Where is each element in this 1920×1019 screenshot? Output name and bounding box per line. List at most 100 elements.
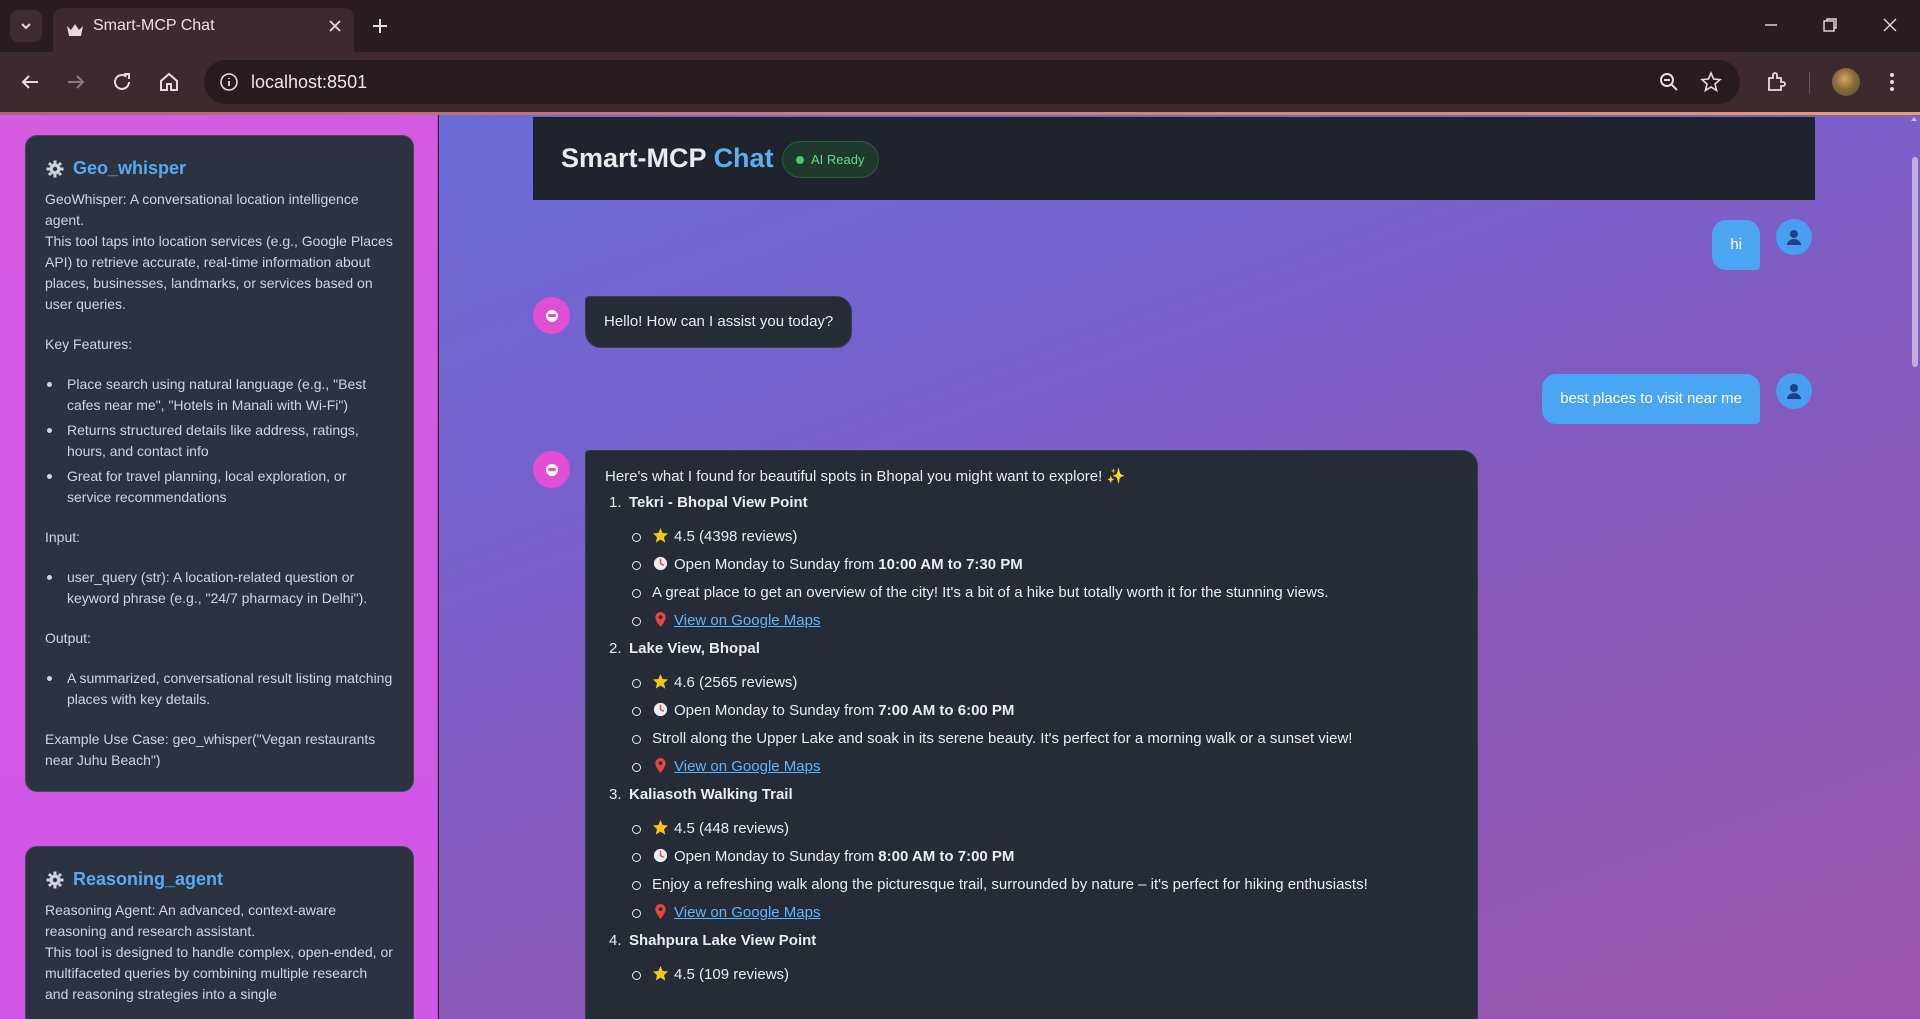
place-item: 1. Tekri - Bhopal View Point 4.5 (4398 re… — [605, 493, 1457, 631]
browser-tab-active[interactable]: Smart-MCP Chat — [53, 8, 354, 52]
hours-prefix: Open Monday to Sunday from — [674, 848, 879, 865]
google-maps-link[interactable]: View on Google Maps — [674, 758, 820, 775]
map-link-row: View on Google Maps — [632, 611, 1457, 631]
clock-icon — [653, 556, 668, 571]
map-pin-icon — [655, 903, 666, 920]
tab-search-button[interactable] — [10, 10, 42, 42]
forward-arrow-icon[interactable] — [64, 70, 88, 94]
place-number: 4. — [609, 932, 622, 949]
user-icon — [1787, 384, 1801, 399]
list-item: Great for travel planning, local explora… — [45, 466, 394, 508]
features-list: Place search using natural language (e.g… — [45, 374, 394, 508]
map-pin-icon — [655, 757, 666, 774]
hours-row: Open Monday to Sunday from 10:00 AM to 7… — [632, 555, 1457, 575]
page-title: Smart-MCP Chat — [561, 117, 774, 200]
input-label: Input: — [45, 529, 81, 545]
assistant-avatar — [533, 297, 570, 334]
list-item: user_query (str): A location-related que… — [45, 567, 394, 609]
site-info-icon[interactable] — [219, 72, 239, 92]
clock-icon — [653, 848, 668, 863]
window-close-icon[interactable] — [1881, 16, 1899, 34]
tool-name: Reasoning_agent — [73, 869, 224, 889]
toolbar-separator — [1809, 72, 1810, 94]
place-item: 3. Kaliasoth Walking Trail 4.5 (448 revie… — [605, 785, 1457, 923]
place-name: Kaliasoth Walking Trail — [629, 786, 793, 803]
sidebar[interactable]: Geo_whisper GeoWhisper: A conversational… — [0, 115, 438, 1019]
chevron-down-icon — [21, 23, 31, 30]
bot-icon — [545, 309, 558, 322]
hours-value: 7:00 AM to 6:00 PM — [878, 702, 1015, 719]
hours-prefix: Open Monday to Sunday from — [674, 556, 879, 573]
address-bar[interactable]: localhost:8501 — [204, 60, 1740, 104]
google-maps-link[interactable]: View on Google Maps — [674, 904, 820, 921]
tool-name: Geo_whisper — [73, 158, 187, 178]
home-icon[interactable] — [157, 70, 181, 94]
place-number: 1. — [609, 494, 622, 511]
place-details: 4.6 (2565 reviews) Open Monday to Sunday… — [605, 673, 1457, 777]
minimize-icon[interactable] — [1762, 16, 1780, 34]
place-name: Tekri - Bhopal View Point — [629, 494, 808, 511]
rating-text: 4.5 (448 reviews) — [674, 820, 790, 837]
features-label: Key Features: — [45, 336, 133, 352]
rating-row: 4.6 (2565 reviews) — [632, 673, 1457, 693]
app-viewport: Geo_whisper GeoWhisper: A conversational… — [0, 115, 1920, 1019]
crown-icon — [67, 24, 83, 36]
back-arrow-icon[interactable] — [18, 70, 42, 94]
list-item: Returns structured details like address,… — [45, 420, 394, 462]
new-tab-icon[interactable] — [368, 14, 392, 38]
place-item: 4. Shahpura Lake View Point 4.5 (109 revi… — [605, 931, 1457, 985]
title-part-2: Chat — [713, 143, 774, 173]
rating-row: 4.5 (4398 reviews) — [632, 527, 1457, 547]
hours-value: 8:00 AM to 7:00 PM — [878, 848, 1015, 865]
place-details: 4.5 (448 reviews) Open Monday to Sunday … — [605, 819, 1457, 923]
star-icon — [652, 527, 669, 543]
profile-avatar[interactable] — [1832, 68, 1860, 96]
user-avatar — [1776, 219, 1812, 255]
bookmark-star-icon[interactable] — [1700, 71, 1722, 93]
status-dot-icon — [796, 156, 804, 164]
reload-icon[interactable] — [110, 70, 134, 94]
place-details: 4.5 (4398 reviews) Open Monday to Sunday… — [605, 527, 1457, 631]
zoom-icon[interactable] — [1658, 71, 1680, 93]
close-icon[interactable] — [328, 19, 342, 33]
tool-intro: Reasoning Agent: An advanced, context-aw… — [45, 902, 337, 939]
user-icon — [1787, 230, 1801, 245]
rating-text: 4.6 (2565 reviews) — [674, 674, 798, 691]
tool-description: This tool taps into location services (e… — [45, 233, 393, 312]
assistant-avatar — [533, 451, 570, 488]
output-label: Output: — [45, 630, 91, 646]
place-number: 2. — [609, 640, 622, 657]
map-pin-icon — [655, 611, 666, 628]
hours-row: Open Monday to Sunday from 7:00 AM to 6:… — [632, 701, 1457, 721]
place-title: 2. Lake View, Bhopal — [605, 639, 1457, 659]
output-list: A summarized, conversational result list… — [45, 668, 394, 710]
tool-card-geo-whisper: Geo_whisper GeoWhisper: A conversational… — [25, 135, 414, 792]
restore-icon[interactable] — [1821, 16, 1839, 34]
extensions-puzzle-icon[interactable] — [1764, 70, 1788, 94]
place-number: 3. — [609, 786, 622, 803]
response-intro: Here's what I found for beautiful spots … — [605, 468, 1126, 485]
chat-main[interactable]: Smart-MCP Chat AI Ready hi Hello! How ca… — [439, 115, 1920, 1019]
hours-row: Open Monday to Sunday from 8:00 AM to 7:… — [632, 847, 1457, 867]
rating-text: 4.5 (109 reviews) — [674, 966, 790, 983]
browser-toolbar: localhost:8501 — [0, 52, 1920, 112]
user-message: best places to visit near me — [1542, 374, 1760, 424]
description-row: A great place to get an overview of the … — [632, 583, 1457, 603]
scroll-up-arrow-icon[interactable] — [1910, 115, 1918, 123]
star-icon — [652, 673, 669, 689]
map-link-row: View on Google Maps — [632, 903, 1457, 923]
place-item: 2. Lake View, Bhopal 4.6 (2565 reviews) O… — [605, 639, 1457, 777]
rating-text: 4.5 (4398 reviews) — [674, 528, 798, 545]
scrollbar-thumb[interactable] — [1912, 157, 1918, 367]
gear-icon — [46, 871, 64, 888]
google-maps-link[interactable]: View on Google Maps — [674, 612, 820, 629]
kebab-menu-icon[interactable] — [1880, 70, 1904, 94]
page-scrollbar[interactable] — [1908, 115, 1920, 1019]
rating-row: 4.5 (109 reviews) — [632, 965, 1457, 985]
description-row: Enjoy a refreshing walk along the pictur… — [632, 875, 1457, 895]
tool-card-header: Reasoning_agent — [45, 869, 394, 890]
place-name: Shahpura Lake View Point — [629, 932, 817, 949]
app-header: Smart-MCP Chat AI Ready — [533, 117, 1815, 200]
assistant-response: Here's what I found for beautiful spots … — [585, 450, 1478, 1019]
browser-tab-bar: Smart-MCP Chat — [0, 0, 1920, 52]
